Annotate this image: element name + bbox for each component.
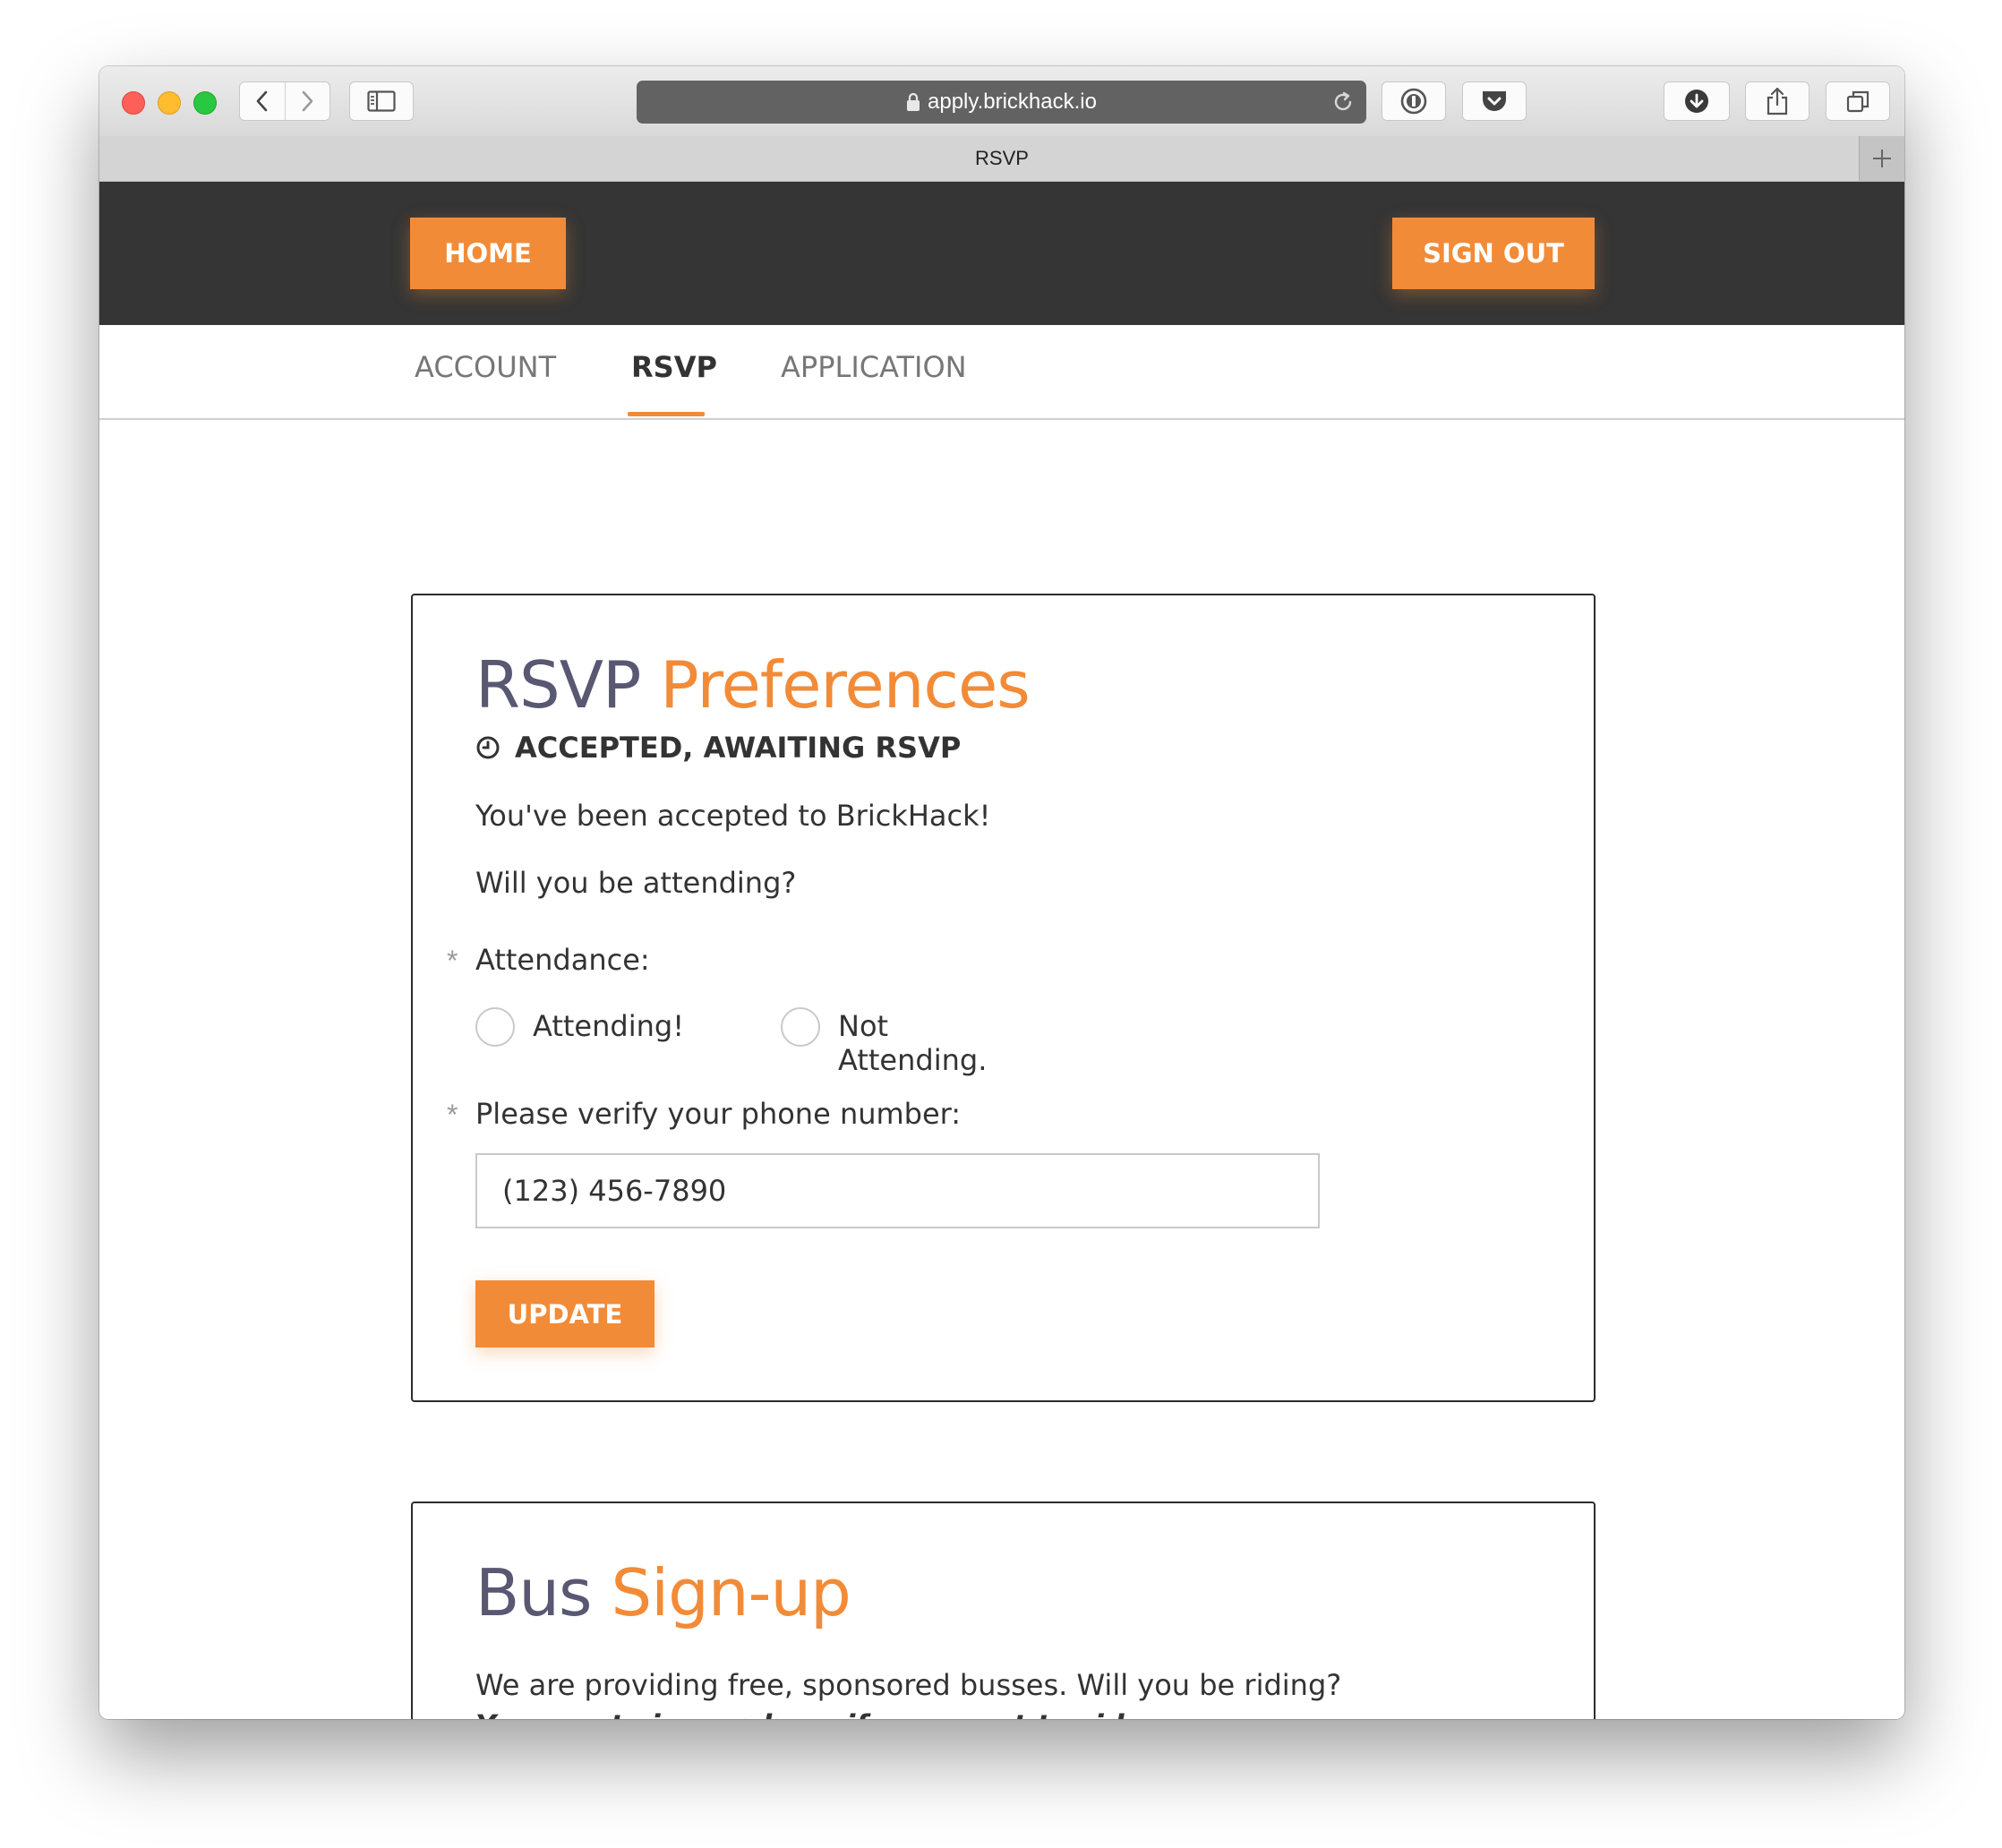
tab-rsvp[interactable]: RSVP: [631, 350, 717, 384]
url-text: apply.brickhack.io: [928, 90, 1097, 114]
bus-title-accent: Sign-up: [611, 1555, 851, 1630]
rsvp-status: ACCEPTED, AWAITING RSVP: [475, 731, 961, 765]
pocket-button[interactable]: [1462, 81, 1527, 121]
phone-number-input[interactable]: (123) 456-7890: [475, 1153, 1320, 1228]
bus-card-title: Bus Sign-up: [475, 1555, 851, 1630]
tab-bar: RSVP: [99, 136, 1904, 182]
active-tab-indicator: [628, 412, 705, 416]
plus-icon: [1873, 150, 1891, 167]
back-button[interactable]: [240, 82, 285, 120]
section-tabs: ACCOUNT RSVP APPLICATION: [99, 325, 1904, 420]
bus-signup-notice: You must sign up here if you want to rid…: [475, 1708, 1154, 1719]
main-content: RSVP Preferences ACCEPTED, AWAITING RSVP…: [99, 420, 1904, 1719]
attending-radio[interactable]: [475, 1007, 515, 1047]
share-icon: [1767, 87, 1788, 116]
clock-icon: [475, 735, 500, 760]
required-marker: *: [447, 945, 458, 977]
sidebar-icon: [367, 90, 396, 112]
share-button[interactable]: [1745, 81, 1810, 121]
download-icon: [1685, 90, 1708, 113]
zoom-window-button[interactable]: [193, 91, 217, 115]
pocket-icon: [1483, 91, 1506, 111]
address-bar[interactable]: apply.brickhack.io: [637, 81, 1366, 124]
tab-account[interactable]: ACCOUNT: [415, 350, 556, 384]
rsvp-status-text: ACCEPTED, AWAITING RSVP: [515, 731, 962, 765]
rsvp-title-main: RSVP: [475, 647, 641, 723]
close-window-button[interactable]: [122, 91, 145, 115]
rsvp-title-accent: Preferences: [660, 647, 1030, 723]
tab-title[interactable]: RSVP: [975, 147, 1029, 170]
not-attending-option-label[interactable]: Not Attending.: [838, 1009, 987, 1077]
bus-description: We are providing free, sponsored busses.…: [475, 1668, 1342, 1702]
lock-icon: [907, 92, 920, 111]
required-marker: *: [447, 1099, 458, 1131]
show-tabs-button[interactable]: [1826, 81, 1890, 121]
password-manager-icon: [1400, 88, 1427, 115]
attending-question: Will you be attending?: [475, 866, 797, 900]
attendance-label: Attendance:: [475, 943, 650, 977]
attending-option-label[interactable]: Attending!: [533, 1009, 684, 1043]
minimize-window-button[interactable]: [158, 91, 181, 115]
rsvp-preferences-card: RSVP Preferences ACCEPTED, AWAITING RSVP…: [411, 594, 1596, 1402]
password-manager-button[interactable]: [1382, 81, 1446, 121]
downloads-button[interactable]: [1664, 81, 1730, 121]
tabs-overview-icon: [1846, 90, 1869, 113]
reload-icon[interactable]: [1330, 90, 1356, 121]
bus-title-main: Bus: [475, 1555, 593, 1630]
update-button[interactable]: UPDATE: [475, 1280, 654, 1348]
accepted-message: You've been accepted to BrickHack!: [475, 799, 991, 833]
site-header: HOME SIGN OUT: [99, 182, 1904, 325]
rsvp-card-title: RSVP Preferences: [475, 647, 1031, 723]
browser-window: apply.brickhack.io RSVP HOME SIGN OUT AC…: [99, 66, 1904, 1719]
forward-button[interactable]: [284, 82, 330, 120]
history-nav-group: [239, 81, 330, 121]
home-button[interactable]: HOME: [410, 218, 566, 289]
new-tab-button[interactable]: [1859, 136, 1904, 181]
browser-toolbar: apply.brickhack.io: [99, 66, 1904, 137]
tab-application[interactable]: APPLICATION: [781, 350, 967, 384]
bus-signup-card: Bus Sign-up We are providing free, spons…: [411, 1502, 1596, 1719]
chevron-left-icon: [256, 90, 268, 112]
sidebar-toggle-button[interactable]: [349, 81, 414, 121]
chevron-right-icon: [302, 90, 313, 112]
sign-out-button[interactable]: SIGN OUT: [1392, 218, 1595, 289]
phone-label: Please verify your phone number:: [475, 1097, 962, 1131]
not-attending-radio[interactable]: [781, 1007, 820, 1047]
